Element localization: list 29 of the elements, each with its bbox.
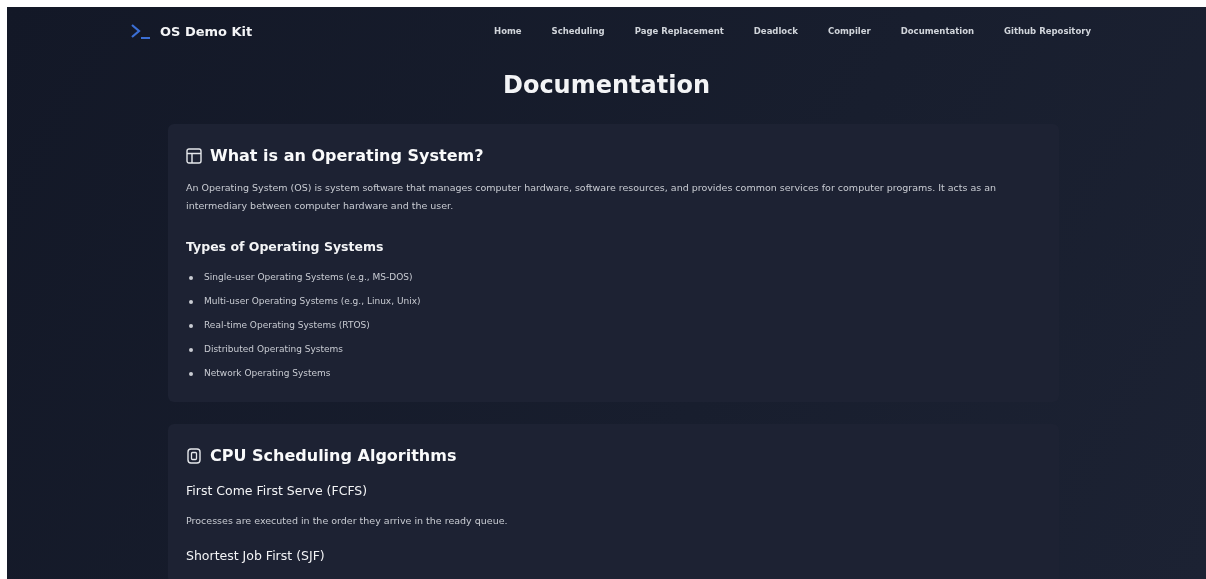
subheading: Types of Operating Systems [186,239,385,254]
page-title: Documentation [501,71,711,99]
bullet-icon [189,347,193,352]
section-title: What is an Operating System? [210,146,484,165]
nav-link[interactable]: Github Repository [1004,26,1091,36]
nav-link[interactable]: Scheduling [551,26,605,36]
list-item: Distributed Operating Systems [204,343,343,356]
paragraph: An Operating System (OS) is system software that manages computer hardware, software resources, and provides common services for computer programs. It acts as an intermediary between computer hardware and the user. [186,181,998,213]
subheading: First Come First Serve (FCFS) [186,483,369,498]
list-item: Multi-user Operating Systems (e.g., Linux, Unix) [204,295,421,308]
terminal-icon [130,22,152,40]
list-item: Real-time Operating Systems (RTOS) [204,319,370,332]
app-title[interactable]: OS Demo Kit [160,23,253,39]
section-title: CPU Scheduling Algorithms [210,446,457,465]
bullet-icon [189,275,193,280]
layout-icon [186,147,202,164]
paragraph: Processes are executed in the order they arrive in the ready queue. [186,514,509,528]
nav-link[interactable]: Home [494,26,522,36]
nav-link[interactable]: Page Replacement [634,26,724,36]
nav-link[interactable]: Documentation [900,26,975,36]
subheading: Shortest Job First (SJF) [186,548,326,563]
list-item: Single-user Operating Systems (e.g., MS-DOS) [204,271,413,284]
chip-icon [186,447,202,464]
bullet-icon [189,323,193,328]
list-item: Network Operating Systems [204,367,331,380]
bullet-icon [189,371,193,376]
nav-link[interactable]: Compiler [827,26,871,36]
nav-link[interactable]: Deadlock [753,26,798,36]
bullet-icon [189,299,193,304]
